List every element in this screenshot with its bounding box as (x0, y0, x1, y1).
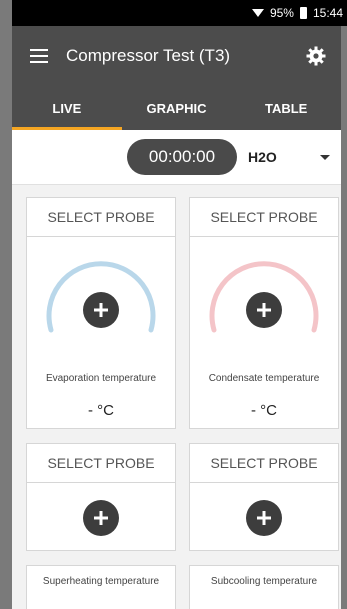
tab-live[interactable]: LIVE (12, 86, 122, 130)
clock: 15:44 (312, 6, 343, 20)
timer-row: 00:00:00 H2O (12, 130, 341, 185)
tab-table[interactable]: TABLE (231, 86, 341, 130)
select-probe-button[interactable]: SELECT PROBE (190, 198, 338, 237)
medium-selected-value: H2O (248, 149, 277, 165)
probe-card-evaporation: SELECT PROBE Evaporation temperature - °… (26, 197, 176, 429)
tab-bar: LIVE GRAPHIC TABLE (12, 86, 341, 130)
evaporation-temperature-value: - °C (88, 402, 114, 419)
select-probe-button[interactable]: SELECT PROBE (190, 444, 338, 483)
wifi-icon (251, 8, 264, 18)
status-bar: 95% 15:44 (12, 0, 347, 26)
probe-card-empty: SELECT PROBE (26, 443, 176, 551)
dropdown-caret-icon (320, 154, 330, 160)
battery-icon (299, 7, 307, 19)
probe-card-superheating: Superheating temperature (26, 565, 176, 609)
select-probe-button[interactable]: SELECT PROBE (27, 444, 175, 483)
right-bezel (341, 0, 347, 609)
condensate-temperature-value: - °C (251, 402, 277, 419)
add-probe-button[interactable] (83, 292, 119, 328)
app-bar: Compressor Test (T3) (12, 26, 341, 86)
add-probe-button[interactable] (246, 292, 282, 328)
subcooling-temperature-label: Subcooling temperature (210, 576, 318, 587)
gear-icon[interactable] (303, 43, 329, 69)
superheating-temperature-label: Superheating temperature (42, 576, 160, 587)
battery-percent: 95% (269, 6, 294, 20)
tab-graphic[interactable]: GRAPHIC (122, 86, 232, 130)
probe-card-condensate: SELECT PROBE Condensate temperature - °C (189, 197, 339, 429)
page-title: Compressor Test (T3) (66, 46, 231, 65)
add-probe-button[interactable] (246, 500, 282, 536)
hamburger-menu-icon[interactable] (30, 49, 48, 63)
medium-dropdown[interactable]: H2O (248, 139, 338, 175)
timer-display[interactable]: 00:00:00 (127, 139, 237, 175)
add-probe-button[interactable] (83, 500, 119, 536)
probe-card-subcooling: Subcooling temperature (189, 565, 339, 609)
condensate-temperature-label: Condensate temperature (208, 373, 320, 384)
evaporation-temperature-label: Evaporation temperature (45, 373, 157, 384)
probe-card-empty: SELECT PROBE (189, 443, 339, 551)
app-screen: 95% 15:44 Compressor Test (T3) LIVE GRAP… (0, 0, 347, 609)
select-probe-button[interactable]: SELECT PROBE (27, 198, 175, 237)
left-bezel (0, 0, 12, 609)
